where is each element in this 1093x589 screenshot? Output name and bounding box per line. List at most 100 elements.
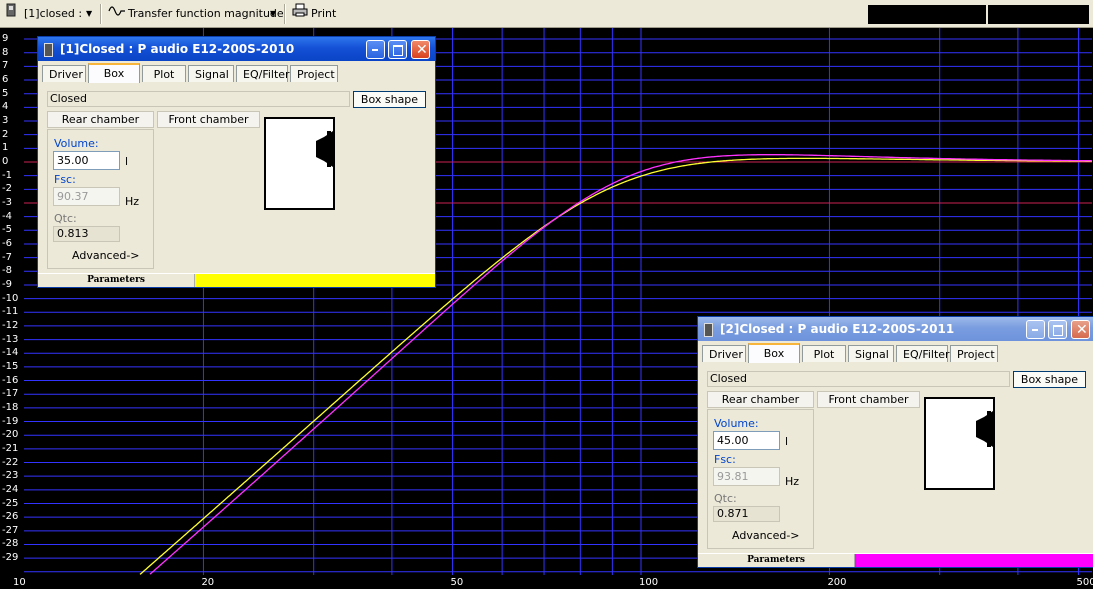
box-icon (44, 43, 53, 57)
y-tick-label: 2 (2, 128, 9, 140)
y-tick-label: -14 (2, 347, 19, 359)
box-window-1[interactable]: [1]Closed : P audio E12-200S-2010 ✕ Driv… (37, 36, 436, 288)
tab-box[interactable]: Box (748, 343, 800, 363)
status-bar: Parameters (38, 273, 435, 287)
volume-input[interactable]: 45.00 (713, 431, 780, 450)
y-tick-label: -7 (2, 251, 12, 263)
box-type-field: Closed (47, 91, 350, 107)
fsc-label: Fsc: (714, 453, 736, 466)
y-tick-label: -11 (2, 306, 19, 318)
minimize-button[interactable] (366, 40, 385, 59)
status-color-bar (195, 274, 435, 287)
readout-box-1 (868, 5, 986, 24)
y-tick-label: -17 (2, 388, 19, 400)
window-title-bar[interactable]: [2]Closed : P audio E12-200S-2011 ✕ (698, 317, 1093, 341)
x-tick-label: 200 (827, 577, 847, 588)
tab-driver[interactable]: Driver (702, 345, 746, 362)
printer-icon[interactable] (292, 3, 308, 25)
qtc-value: 0.813 (53, 226, 120, 242)
volume-unit: l (785, 435, 789, 448)
y-tick-label: 8 (2, 46, 9, 58)
y-tick-label: -13 (2, 333, 19, 345)
status-parameters-label: Parameters (38, 274, 195, 287)
tab-plot[interactable]: Plot (142, 65, 186, 82)
y-tick-label: -19 (2, 415, 19, 427)
advanced-link[interactable]: Advanced-> (732, 529, 800, 542)
y-tick-label: -21 (2, 442, 19, 454)
y-tick-label: -10 (2, 292, 19, 304)
maximize-button[interactable] (388, 40, 407, 59)
window-title-bar[interactable]: [1]Closed : P audio E12-200S-2010 ✕ (38, 37, 435, 61)
plot-type-selector[interactable]: Transfer function magnitude (128, 3, 284, 25)
volume-label: Volume: (54, 137, 99, 150)
box-icon (6, 3, 16, 25)
box-shape-button[interactable]: Box shape (353, 91, 426, 108)
box-shape-button[interactable]: Box shape (1013, 371, 1086, 388)
y-tick-label: -9 (2, 278, 12, 290)
fsc-label: Fsc: (54, 173, 76, 186)
tab-eq-filter[interactable]: EQ/Filter (896, 345, 950, 362)
volume-input[interactable]: 35.00 (53, 151, 120, 170)
y-tick-label: -29 (2, 552, 19, 564)
y-tick-label: -12 (2, 319, 19, 331)
y-tick-label: 6 (2, 74, 9, 86)
box-window-2[interactable]: [2]Closed : P audio E12-200S-2011 ✕ Driv… (697, 316, 1093, 568)
y-tick-label: -18 (2, 401, 19, 413)
y-tick-label: -6 (2, 237, 12, 249)
x-tick-label: 100 (639, 577, 659, 588)
y-tick-label: -26 (2, 511, 19, 523)
plot-type-dropdown-icon[interactable]: ▼ (270, 3, 276, 25)
qtc-value: 0.871 (713, 506, 780, 522)
tab-project[interactable]: Project (290, 65, 338, 82)
status-parameters-label: Parameters (698, 554, 855, 567)
rear-chamber-button[interactable]: Rear chamber (47, 111, 154, 128)
volume-unit: l (125, 155, 129, 168)
y-tick-label: 1 (2, 142, 9, 154)
tab-signal[interactable]: Signal (848, 345, 894, 362)
tab-plot[interactable]: Plot (802, 345, 846, 362)
maximize-button[interactable] (1048, 320, 1067, 339)
box-selector[interactable]: [1]closed : (24, 3, 82, 25)
y-tick-label: -25 (2, 497, 19, 509)
tab-driver[interactable]: Driver (42, 65, 86, 82)
tab-box[interactable]: Box (88, 63, 140, 83)
front-chamber-button[interactable]: Front chamber (157, 111, 260, 128)
waveform-icon (108, 3, 126, 25)
y-tick-label: 9 (2, 33, 9, 45)
x-tick-label: 500 (1076, 577, 1093, 588)
advanced-link[interactable]: Advanced-> (72, 249, 140, 262)
window-title: [1]Closed : P audio E12-200S-2010 (60, 42, 295, 56)
y-tick-label: -27 (2, 524, 19, 536)
tab-signal[interactable]: Signal (188, 65, 234, 82)
y-tick-label: -23 (2, 470, 19, 482)
print-button[interactable]: Print (311, 3, 336, 25)
y-tick-label: 0 (2, 156, 9, 167)
y-tick-label: -15 (2, 360, 19, 372)
y-tick-label: -5 (2, 224, 12, 236)
toolbar: [1]closed : ▼ Transfer function magnitud… (0, 0, 1093, 28)
y-tick-label: -4 (2, 210, 12, 222)
tab-eq-filter[interactable]: EQ/Filter (236, 65, 290, 82)
fsc-unit: Hz (785, 475, 800, 488)
close-button[interactable]: ✕ (1071, 320, 1090, 339)
readout-box-2 (988, 5, 1089, 24)
fsc-input: 93.81 (713, 467, 780, 486)
x-tick-label: 20 (201, 577, 215, 588)
front-chamber-button[interactable]: Front chamber (817, 391, 920, 408)
minimize-button[interactable] (1026, 320, 1045, 339)
box-selector-dropdown-icon[interactable]: ▼ (86, 3, 92, 25)
box-shape-preview (264, 117, 335, 210)
fsc-unit: Hz (125, 195, 140, 208)
y-tick-label: -2 (2, 183, 12, 195)
box-icon (704, 323, 713, 337)
y-tick-label: -8 (2, 265, 12, 277)
y-tick-label: -28 (2, 538, 19, 550)
y-tick-label: -22 (2, 456, 19, 468)
tab-project[interactable]: Project (950, 345, 998, 362)
y-tick-label: -3 (2, 196, 12, 208)
x-tick-label: 10 (13, 577, 26, 588)
close-button[interactable]: ✕ (411, 40, 430, 59)
y-tick-label: 3 (2, 115, 9, 127)
box-type-field: Closed (707, 371, 1010, 387)
rear-chamber-button[interactable]: Rear chamber (707, 391, 814, 408)
